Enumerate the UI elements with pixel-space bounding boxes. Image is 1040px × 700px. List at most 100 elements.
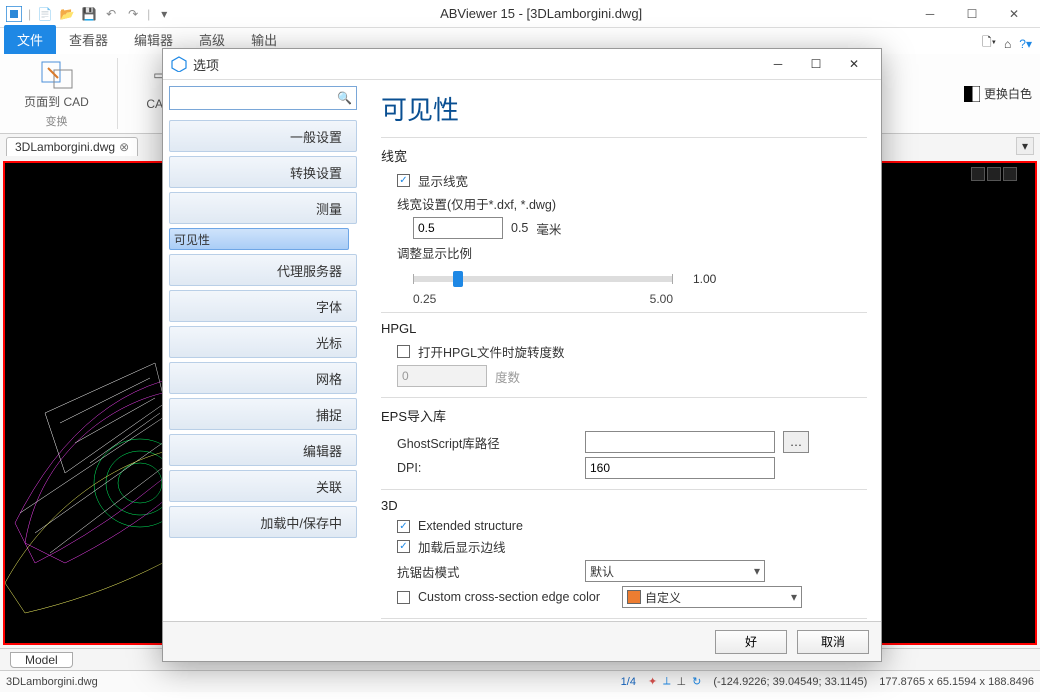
page-to-cad-icon[interactable]: [37, 58, 77, 92]
redo-icon[interactable]: ↷: [125, 6, 141, 22]
hpgl-rotate-label: 打开HPGL文件时旋转度数: [418, 342, 565, 361]
ribbon-options-icon[interactable]: 🗋▾: [982, 33, 996, 54]
qat-sep: |: [28, 7, 31, 21]
maximize-button[interactable]: ☐: [952, 2, 992, 26]
open-icon[interactable]: 📂: [59, 6, 75, 22]
hpgl-degrees-input: [397, 365, 487, 387]
gs-path-label: GhostScript库路径: [397, 433, 577, 452]
doc-tab-scroll-icon[interactable]: ▾: [1016, 137, 1034, 155]
qat-sep2: |: [147, 7, 150, 21]
group-eps: EPS导入库: [381, 406, 867, 425]
nav-cursor[interactable]: 光标: [169, 326, 357, 358]
search-icon[interactable]: 🔍: [337, 91, 352, 105]
dialog-title: 选项: [193, 55, 219, 74]
cross-color-checkbox[interactable]: [397, 591, 410, 604]
status-grid-icon[interactable]: ⊥: [677, 675, 687, 688]
cross-color-label: Custom cross-section edge color: [418, 590, 614, 604]
ext-structure-checkbox[interactable]: ✓: [397, 520, 410, 533]
close-button[interactable]: ✕: [994, 2, 1034, 26]
linewidth-value-display: 0.5: [511, 221, 528, 235]
gs-path-input[interactable]: [585, 431, 775, 453]
dialog-close-button[interactable]: ✕: [835, 51, 873, 77]
scale-label: 调整显示比例: [397, 243, 867, 262]
options-search-input[interactable]: 🔍: [169, 86, 357, 110]
group-linewidth: 线宽: [381, 146, 867, 165]
swap-white-icon: [964, 86, 980, 102]
dpi-input[interactable]: [585, 457, 775, 479]
nav-visibility[interactable]: 可见性: [169, 228, 349, 250]
qat-dropdown-icon[interactable]: ▾: [156, 6, 172, 22]
show-edges-label: 加载后显示边线: [418, 537, 506, 556]
aa-mode-value: 默认: [590, 563, 614, 580]
undo-icon[interactable]: ↶: [103, 6, 119, 22]
scale-slider-thumb[interactable]: [453, 271, 463, 287]
scale-value: 1.00: [693, 272, 716, 286]
nav-editor[interactable]: 编辑器: [169, 434, 357, 466]
convert-group-title: 变换: [46, 113, 68, 129]
show-linewidth-checkbox[interactable]: ✓: [397, 174, 410, 187]
nav-general[interactable]: 一般设置: [169, 120, 357, 152]
group-3d: 3D: [381, 498, 867, 513]
swap-white-button[interactable]: 更换白色: [964, 58, 1032, 129]
viewcube-max-icon[interactable]: [987, 167, 1001, 181]
dialog-maximize-button[interactable]: ☐: [797, 51, 835, 77]
nav-snap[interactable]: 捕捉: [169, 398, 357, 430]
group-hpgl: HPGL: [381, 321, 867, 336]
status-snap-icon[interactable]: ✦: [648, 675, 657, 688]
chevron-down-icon-2: ▾: [791, 590, 797, 604]
aa-mode-label: 抗锯齿模式: [397, 562, 577, 581]
help-icon[interactable]: ?▾: [1019, 37, 1032, 51]
ok-button[interactable]: 好: [715, 630, 787, 654]
nav-measure[interactable]: 测量: [169, 192, 357, 224]
status-axis-icon[interactable]: ⟂: [663, 675, 670, 688]
viewcube-close-icon[interactable]: [1003, 167, 1017, 181]
nav-grid[interactable]: 网格: [169, 362, 357, 394]
dpi-label: DPI:: [397, 461, 577, 475]
swap-white-label: 更换白色: [984, 85, 1032, 102]
show-edges-checkbox[interactable]: ✓: [397, 540, 410, 553]
chevron-down-icon: ▾: [754, 564, 760, 578]
window-title: ABViewer 15 - [3DLamborgini.dwg]: [172, 6, 910, 21]
linewidth-unit: 毫米: [536, 219, 561, 238]
app-icon: [6, 6, 22, 22]
page-heading: 可见性: [381, 90, 867, 127]
nav-proxy[interactable]: 代理服务器: [169, 254, 357, 286]
home-icon[interactable]: ⌂: [1004, 37, 1011, 51]
new-icon[interactable]: 📄: [37, 6, 53, 22]
viewcube-min-icon[interactable]: [971, 167, 985, 181]
dialog-icon: [171, 56, 187, 72]
status-ratio: 1/4: [621, 676, 636, 688]
status-dims: 177.8765 x 65.1594 x 188.8496: [879, 676, 1034, 688]
nav-fonts[interactable]: 字体: [169, 290, 357, 322]
ext-structure-label: Extended structure: [418, 519, 523, 533]
dialog-minimize-button[interactable]: ─: [759, 51, 797, 77]
options-dialog: 选项 ─ ☐ ✕ 🔍 一般设置 转换设置 测量 可见性 代理服务器 字体 光标 …: [162, 48, 882, 662]
hpgl-rotate-checkbox[interactable]: [397, 345, 410, 358]
status-coords: (-124.9226; 39.04549; 33.1145): [713, 676, 867, 688]
aa-mode-select[interactable]: 默认 ▾: [585, 560, 765, 582]
scale-slider[interactable]: [413, 276, 673, 282]
status-ortho-icon[interactable]: ↻: [692, 675, 701, 688]
minimize-button[interactable]: ─: [910, 2, 950, 26]
document-tab-label: 3DLamborgini.dwg: [15, 140, 115, 154]
options-search-field[interactable]: [174, 91, 337, 105]
cross-color-value: 自定义: [645, 589, 681, 606]
tab-file[interactable]: 文件: [4, 25, 56, 54]
nav-load-save[interactable]: 加载中/保存中: [169, 506, 357, 538]
nav-convert[interactable]: 转换设置: [169, 156, 357, 188]
save-icon[interactable]: 💾: [81, 6, 97, 22]
tab-viewer[interactable]: 查看器: [56, 25, 121, 54]
page-to-cad-label: 页面到 CAD: [24, 93, 89, 110]
hpgl-degrees-unit: 度数: [495, 367, 520, 386]
linewidth-input[interactable]: [413, 217, 503, 239]
document-tab[interactable]: 3DLamborgini.dwg ⊗: [6, 137, 138, 156]
status-file: 3DLamborgini.dwg: [6, 676, 98, 688]
cross-color-select[interactable]: 自定义 ▾: [622, 586, 802, 608]
gs-browse-button[interactable]: …: [783, 431, 809, 453]
document-tab-close-icon[interactable]: ⊗: [119, 140, 129, 154]
model-tab[interactable]: Model: [10, 652, 73, 668]
show-linewidth-label: 显示线宽: [418, 171, 468, 190]
nav-assoc[interactable]: 关联: [169, 470, 357, 502]
linewidth-settings-label: 线宽设置(仅用于*.dxf, *.dwg): [397, 194, 867, 213]
cancel-button[interactable]: 取消: [797, 630, 869, 654]
